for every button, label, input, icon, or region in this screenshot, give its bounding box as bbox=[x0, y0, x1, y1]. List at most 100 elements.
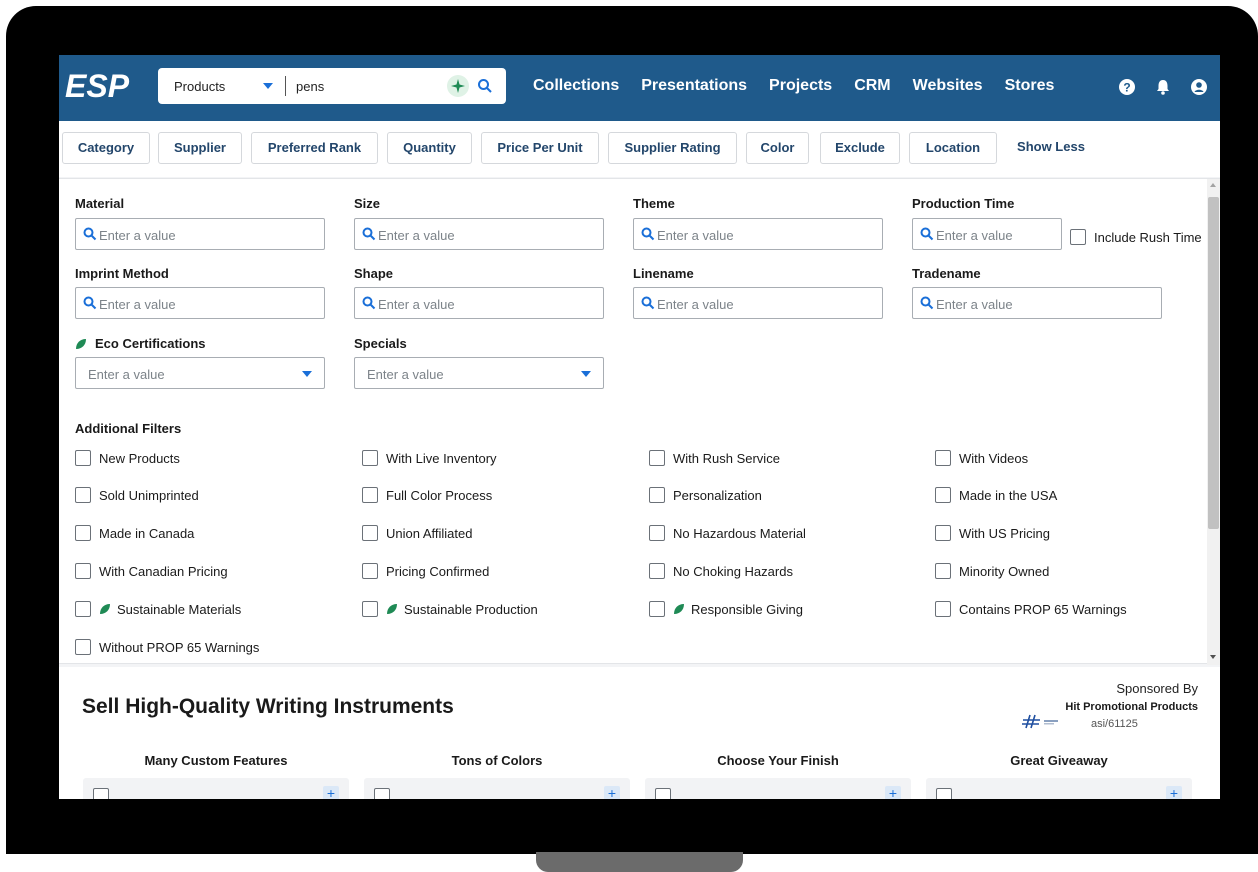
checkbox[interactable] bbox=[75, 487, 91, 503]
product-card[interactable]: + bbox=[645, 778, 911, 799]
chip-color[interactable]: Color bbox=[746, 132, 809, 164]
checkbox[interactable] bbox=[93, 788, 109, 799]
imprint-method-field[interactable]: Enter a value bbox=[75, 287, 325, 319]
product-card[interactable]: + bbox=[83, 778, 349, 799]
specials-select[interactable]: Enter a value bbox=[354, 357, 604, 389]
checkbox[interactable] bbox=[362, 487, 378, 503]
filter-minority-owned[interactable]: Minority Owned bbox=[935, 562, 1049, 580]
chevron-down-icon[interactable] bbox=[263, 83, 273, 89]
esp-logo[interactable]: ESP bbox=[63, 65, 147, 107]
checkbox[interactable] bbox=[75, 639, 91, 655]
filter-sold-unimprinted[interactable]: Sold Unimprinted bbox=[75, 486, 199, 504]
checkbox[interactable] bbox=[649, 601, 665, 617]
filter-with-live-inventory[interactable]: With Live Inventory bbox=[362, 449, 497, 467]
filter-no-choking-hazards[interactable]: No Choking Hazards bbox=[649, 562, 793, 580]
chip-exclude[interactable]: Exclude bbox=[820, 132, 900, 164]
filter-full-color-process[interactable]: Full Color Process bbox=[362, 486, 492, 504]
filter-sustainable-production[interactable]: Sustainable Production bbox=[362, 600, 538, 618]
chip-quantity[interactable]: Quantity bbox=[387, 132, 472, 164]
search-icon[interactable] bbox=[476, 77, 494, 95]
bell-icon[interactable] bbox=[1153, 77, 1173, 97]
shape-field[interactable]: Enter a value bbox=[354, 287, 604, 319]
nav-crm[interactable]: CRM bbox=[854, 77, 890, 95]
checkbox[interactable] bbox=[649, 563, 665, 579]
filter-panel: Material Size Theme Production Time Ente… bbox=[59, 178, 1220, 665]
checkbox[interactable] bbox=[75, 601, 91, 617]
add-icon[interactable]: + bbox=[323, 786, 339, 799]
search-category-select[interactable]: Products bbox=[174, 79, 225, 94]
filter-with-canadian-pricing[interactable]: With Canadian Pricing bbox=[75, 562, 228, 580]
filter-personalization[interactable]: Personalization bbox=[649, 486, 762, 504]
chip-supplier[interactable]: Supplier bbox=[158, 132, 242, 164]
checkbox[interactable] bbox=[649, 525, 665, 541]
checkbox[interactable] bbox=[374, 788, 390, 799]
tradename-field[interactable]: Enter a value bbox=[912, 287, 1162, 319]
size-label: Size bbox=[354, 196, 381, 211]
checkbox[interactable] bbox=[362, 601, 378, 617]
add-icon[interactable]: + bbox=[885, 786, 901, 799]
checkbox[interactable] bbox=[75, 563, 91, 579]
checkbox[interactable] bbox=[936, 788, 952, 799]
filter-with-videos[interactable]: With Videos bbox=[935, 449, 1028, 467]
checkbox[interactable] bbox=[935, 450, 951, 466]
filter-made-in-canada[interactable]: Made in Canada bbox=[75, 524, 194, 542]
chip-preferred-rank[interactable]: Preferred Rank bbox=[251, 132, 378, 164]
help-icon[interactable]: ? bbox=[1117, 77, 1137, 97]
search-input[interactable]: pens bbox=[296, 79, 324, 94]
nav-projects[interactable]: Projects bbox=[769, 77, 832, 95]
show-less-button[interactable]: Show Less bbox=[1007, 132, 1095, 164]
eco-certifications-select[interactable]: Enter a value bbox=[75, 357, 325, 389]
nav-stores[interactable]: Stores bbox=[1005, 77, 1055, 95]
checkbox[interactable] bbox=[362, 450, 378, 466]
linename-field[interactable]: Enter a value bbox=[633, 287, 883, 319]
ai-sparkle-icon[interactable] bbox=[447, 75, 469, 97]
user-icon[interactable] bbox=[1189, 77, 1209, 97]
supplier-name[interactable]: Hit Promotional Products bbox=[1065, 701, 1198, 713]
checkbox[interactable] bbox=[75, 525, 91, 541]
filter-union-affiliated[interactable]: Union Affiliated bbox=[362, 524, 473, 542]
filter-new-products[interactable]: New Products bbox=[75, 449, 180, 467]
leaf-icon bbox=[674, 604, 684, 614]
add-icon[interactable]: + bbox=[1166, 786, 1182, 799]
product-card[interactable]: + bbox=[926, 778, 1192, 799]
scrollbar-thumb[interactable] bbox=[1208, 197, 1219, 529]
filter-sustainable-materials[interactable]: Sustainable Materials bbox=[75, 600, 241, 618]
checkbox[interactable] bbox=[362, 563, 378, 579]
add-icon[interactable]: + bbox=[604, 786, 620, 799]
filter-made-in-the-usa[interactable]: Made in the USA bbox=[935, 486, 1057, 504]
checkbox[interactable] bbox=[935, 487, 951, 503]
scroll-down-arrow-icon[interactable] bbox=[1210, 655, 1216, 659]
filter-without-prop65[interactable]: Without PROP 65 Warnings bbox=[75, 638, 259, 656]
checkbox[interactable] bbox=[649, 487, 665, 503]
filter-pricing-confirmed[interactable]: Pricing Confirmed bbox=[362, 562, 489, 580]
chip-category[interactable]: Category bbox=[62, 132, 150, 164]
supplier-asi: asi/61125 bbox=[1091, 718, 1138, 730]
checkbox[interactable] bbox=[649, 450, 665, 466]
filter-with-rush-service[interactable]: With Rush Service bbox=[649, 449, 780, 467]
product-card[interactable]: + bbox=[364, 778, 630, 799]
panel-scrollbar[interactable] bbox=[1207, 179, 1220, 665]
filter-no-hazardous-material[interactable]: No Hazardous Material bbox=[649, 524, 806, 542]
filter-responsible-giving[interactable]: Responsible Giving bbox=[649, 600, 803, 618]
size-field[interactable]: Enter a value bbox=[354, 218, 604, 250]
chip-supplier-rating[interactable]: Supplier Rating bbox=[608, 132, 737, 164]
nav-collections[interactable]: Collections bbox=[533, 77, 619, 95]
filter-with-us-pricing[interactable]: With US Pricing bbox=[935, 524, 1050, 542]
nav-presentations[interactable]: Presentations bbox=[641, 77, 747, 95]
checkbox[interactable] bbox=[1070, 229, 1086, 245]
chip-price-per-unit[interactable]: Price Per Unit bbox=[481, 132, 599, 164]
checkbox[interactable] bbox=[75, 450, 91, 466]
nav-websites[interactable]: Websites bbox=[913, 77, 983, 95]
checkbox[interactable] bbox=[935, 601, 951, 617]
include-rush-time-checkbox[interactable]: Include Rush Time bbox=[1070, 228, 1202, 246]
material-field[interactable]: Enter a value bbox=[75, 218, 325, 250]
checkbox[interactable] bbox=[362, 525, 378, 541]
checkbox[interactable] bbox=[655, 788, 671, 799]
filter-contains-prop65[interactable]: Contains PROP 65 Warnings bbox=[935, 600, 1127, 618]
chip-location[interactable]: Location bbox=[909, 132, 997, 164]
checkbox[interactable] bbox=[935, 563, 951, 579]
scroll-up-arrow-icon[interactable] bbox=[1210, 183, 1216, 187]
theme-field[interactable]: Enter a value bbox=[633, 218, 883, 250]
production-time-field[interactable]: Enter a value bbox=[912, 218, 1062, 250]
checkbox[interactable] bbox=[935, 525, 951, 541]
